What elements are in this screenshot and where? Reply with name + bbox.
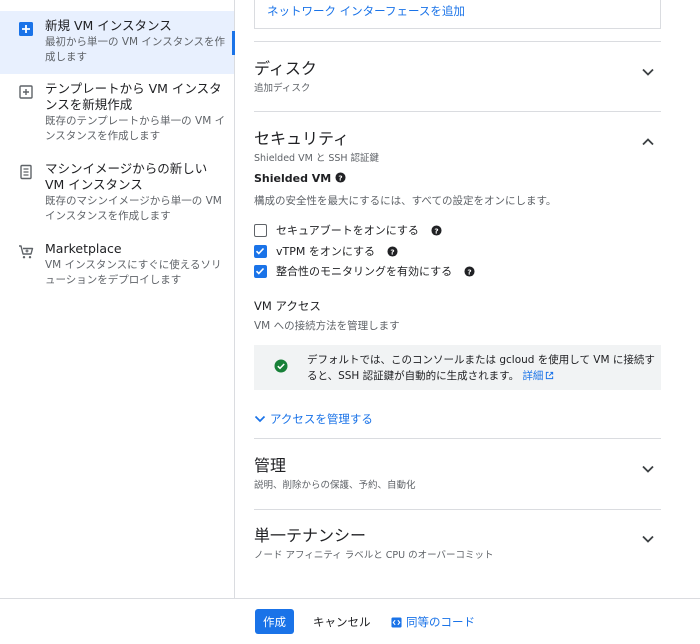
security-section-header[interactable]: セキュリティ Shielded VM と SSH 認証鍵 (254, 129, 661, 164)
svg-text:?: ? (434, 226, 438, 235)
sidebar-item-machine-image-vm[interactable]: マシンイメージからの新しい VM インスタンス 既存のマシンイメージから単一の … (0, 161, 234, 229)
integrity-monitoring-checkbox[interactable] (254, 264, 267, 278)
sidebar-item-template-vm[interactable]: テンプレートから VM インスタンスを新規作成 既存のテンプレートから単一の V… (0, 81, 234, 149)
secure-boot-checkbox[interactable] (254, 223, 267, 237)
network-interface-box: ネットワーク インターフェースを追加 (254, 0, 661, 29)
check-circle-icon (274, 359, 288, 373)
sidebar-item-desc: 既存のテンプレートから単一の VM インスタンスを作成します (45, 115, 226, 142)
divider (254, 111, 661, 112)
manage-access-toggle[interactable]: アクセスを管理する (254, 411, 373, 427)
divider (254, 438, 661, 439)
shielded-vm-desc: 構成の安全性を最大にするには、すべての設定をオンにします。 (254, 195, 557, 207)
vtpm-checkbox-row[interactable]: vTPM をオンにする ? (254, 243, 398, 259)
create-button[interactable]: 作成 (255, 609, 294, 634)
section-title: セキュリティ (254, 129, 350, 148)
vm-access-desc: VM への接続方法を管理します (254, 320, 400, 332)
help-icon[interactable]: ? (335, 172, 346, 183)
section-title: 単一テナンシー (254, 526, 367, 545)
management-section-header[interactable]: 管理 説明、削除からの保護、予約、自動化 (254, 456, 661, 491)
code-icon (391, 616, 402, 628)
section-subtitle: 説明、削除からの保護、予約、自動化 (254, 480, 416, 491)
svg-text:?: ? (390, 247, 394, 256)
sidebar-item-title: 新規 VM インスタンス (45, 18, 172, 33)
section-subtitle: 追加ディスク (254, 83, 311, 94)
section-subtitle: Shielded VM と SSH 認証鍵 (254, 153, 380, 164)
sole-tenancy-section-header[interactable]: 単一テナンシー ノード アフィニティ ラベルと CPU のオーバーコミット (254, 526, 661, 561)
footer-action-bar: 作成 キャンセル 同等のコード (0, 598, 700, 644)
equivalent-code-label: 同等のコード (406, 615, 475, 629)
learn-more-label: 詳細 (522, 370, 544, 382)
checkmark-icon (255, 247, 265, 255)
sidebar-item-desc: VM インスタンスにすぐに使えるソリューションをデプロイします (45, 259, 222, 286)
help-icon[interactable]: ? (464, 265, 475, 277)
help-icon[interactable]: ? (387, 245, 398, 257)
checkbox-label: 整合性のモニタリングを有効にする (276, 265, 453, 278)
manage-access-label: アクセスを管理する (270, 412, 373, 426)
sidebar-item-desc: 最初から単一の VM インスタンスを作成します (45, 36, 225, 63)
vm-access-heading: VM アクセス (254, 299, 321, 313)
sidebar: 新規 VM インスタンス 最初から単一の VM インスタンスを作成します テンプ… (0, 0, 235, 598)
divider (254, 41, 661, 42)
section-title: 管理 (254, 456, 287, 475)
help-icon[interactable]: ? (431, 224, 442, 236)
main-panel: ネットワーク インターフェースを追加 ディスク 追加ディスク セキュリティ Sh… (236, 0, 700, 598)
ssh-info-text: デフォルトでは、このコンソールまたは gcloud を使用して VM に接続する… (307, 352, 657, 384)
cancel-button[interactable]: キャンセル (313, 614, 371, 630)
sidebar-item-marketplace[interactable]: Marketplace VM インスタンスにすぐに使えるソリューションをデプロイ… (0, 241, 234, 293)
info-message: デフォルトでは、このコンソールまたは gcloud を使用して VM に接続する… (307, 354, 655, 382)
sidebar-item-title: Marketplace (45, 241, 122, 256)
section-subtitle: ノード アフィニティ ラベルと CPU のオーバーコミット (254, 550, 494, 561)
divider (254, 509, 661, 510)
sidebar-item-new-vm[interactable]: 新規 VM インスタンス 最初から単一の VM インスタンスを作成します (0, 11, 235, 74)
shielded-vm-heading: Shielded VM? (254, 172, 346, 185)
shielded-vm-label: Shielded VM (254, 172, 332, 185)
machine-image-icon (20, 164, 32, 180)
sidebar-item-title: テンプレートから VM インスタンスを新規作成 (45, 81, 222, 112)
ssh-info-box: デフォルトでは、このコンソールまたは gcloud を使用して VM に接続する… (254, 345, 661, 390)
chevron-up-icon (642, 138, 654, 146)
svg-text:?: ? (467, 267, 471, 276)
cart-icon (19, 245, 34, 259)
vtpm-checkbox[interactable] (254, 244, 267, 258)
integrity-monitoring-checkbox-row[interactable]: 整合性のモニタリングを有効にする ? (254, 263, 475, 279)
chevron-down-icon (254, 415, 266, 423)
chevron-down-icon (642, 535, 654, 543)
checkbox-label: セキュアブートをオンにする (276, 224, 419, 237)
plus-box-icon (19, 22, 33, 36)
disk-section-header[interactable]: ディスク 追加ディスク (254, 59, 661, 94)
checkmark-icon (255, 267, 265, 275)
chevron-down-icon (642, 68, 654, 76)
chevron-down-icon (642, 465, 654, 473)
section-title: ディスク (254, 59, 317, 78)
add-network-interface-link[interactable]: ネットワーク インターフェースを追加 (267, 3, 465, 19)
sidebar-item-desc: 既存のマシンイメージから単一の VM インスタンスを作成します (45, 195, 222, 222)
sidebar-item-title: マシンイメージからの新しい VM インスタンス (45, 161, 208, 192)
svg-text:?: ? (339, 173, 343, 182)
secure-boot-checkbox-row[interactable]: セキュアブートをオンにする ? (254, 222, 442, 238)
template-plus-icon (19, 85, 33, 99)
external-link-icon (546, 371, 554, 380)
equivalent-code-button[interactable]: 同等のコード (391, 614, 475, 630)
learn-more-link[interactable]: 詳細 (522, 370, 554, 382)
checkbox-label: vTPM をオンにする (276, 245, 375, 258)
